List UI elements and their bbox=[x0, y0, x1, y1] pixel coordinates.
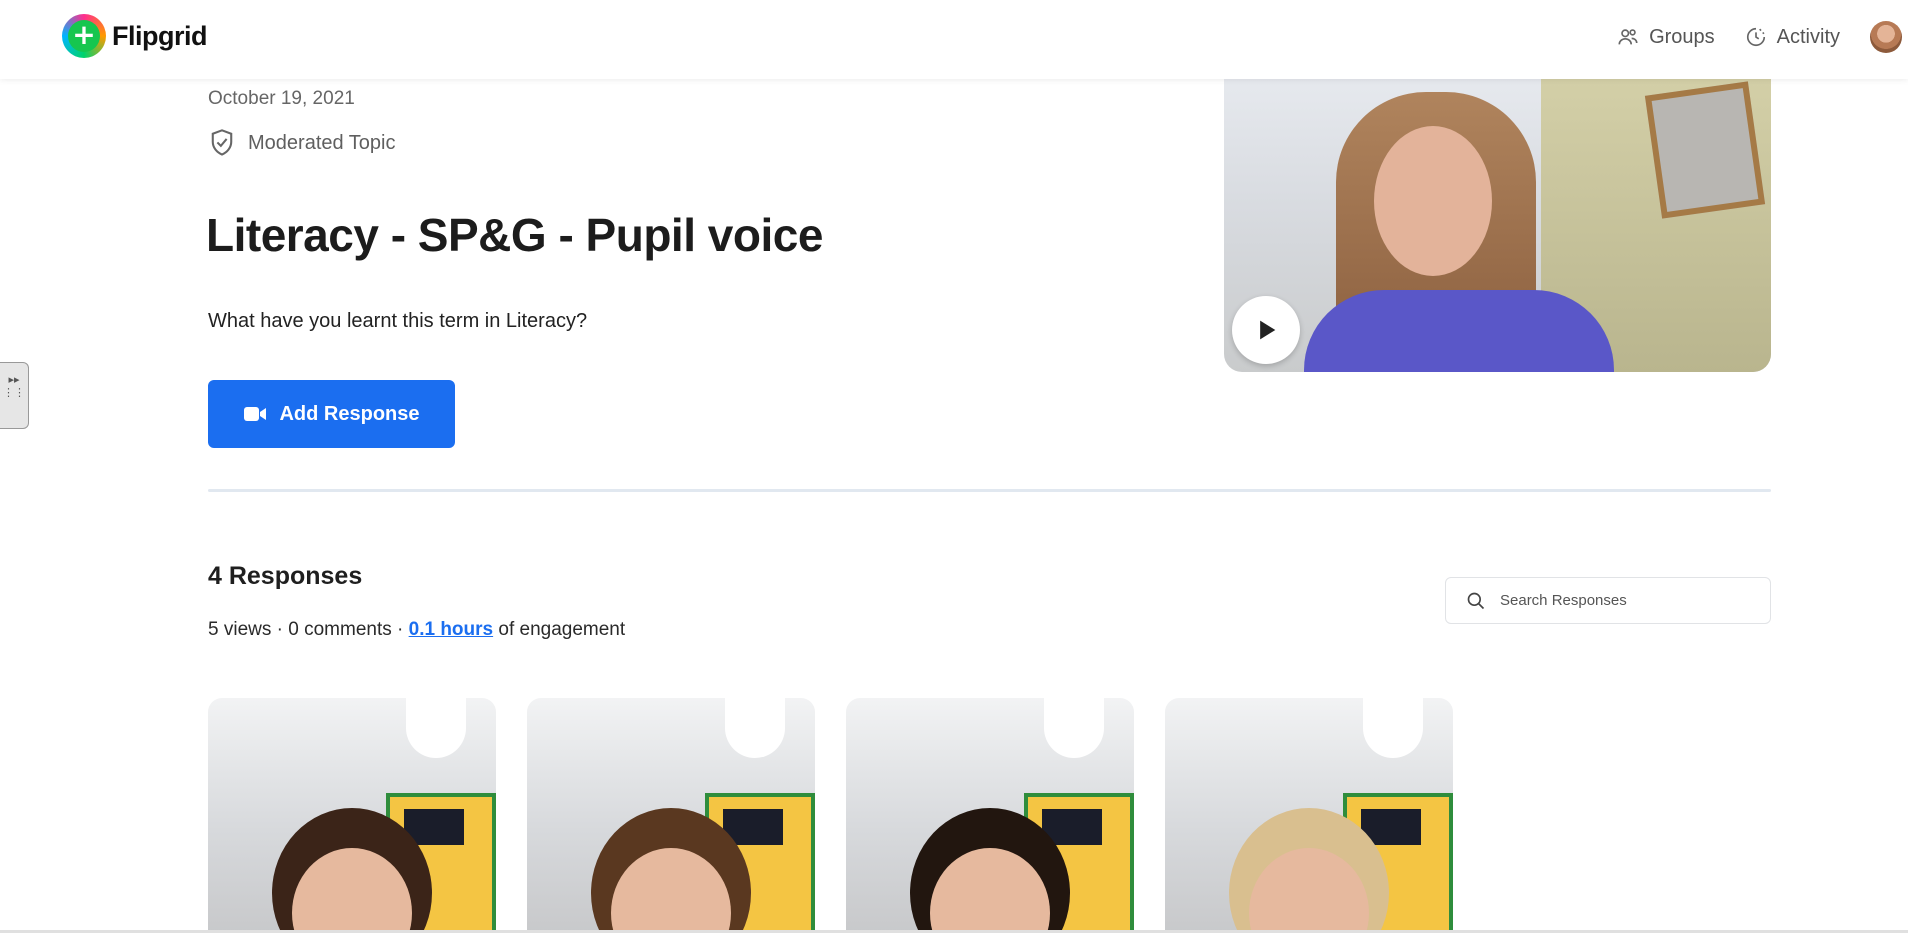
nav-groups[interactable]: Groups bbox=[1617, 26, 1715, 49]
comments-count: 0 comments bbox=[288, 619, 392, 640]
top-nav: Groups Activity bbox=[1617, 20, 1908, 54]
flipgrid-logo[interactable]: + Flipgrid bbox=[62, 14, 207, 58]
chevron-double-right-icon: ▸▸ bbox=[8, 373, 20, 386]
grip-icon: ⋮⋮ bbox=[3, 386, 25, 399]
search-responses[interactable] bbox=[1445, 577, 1771, 624]
play-button[interactable] bbox=[1232, 296, 1300, 364]
engagement-link[interactable]: 0.1 hours bbox=[409, 619, 493, 640]
search-input[interactable] bbox=[1500, 592, 1750, 609]
stats-separator: · bbox=[397, 619, 404, 640]
response-stats: 5 views · 0 comments · 0.1 hours of enga… bbox=[208, 619, 625, 641]
responses-heading: 4 Responses bbox=[208, 562, 363, 590]
topic-prompt: What have you learnt this term in Litera… bbox=[208, 310, 588, 332]
nav-activity-label: Activity bbox=[1776, 25, 1840, 48]
logo-text: Flipgrid bbox=[112, 20, 207, 51]
add-response-label: Add Response bbox=[279, 402, 420, 425]
section-divider bbox=[208, 489, 1771, 492]
topic-date: October 19, 2021 bbox=[208, 88, 355, 109]
nav-groups-label: Groups bbox=[1649, 25, 1715, 48]
clock-icon bbox=[1746, 27, 1765, 47]
presenter-face bbox=[1374, 126, 1492, 276]
topic-video[interactable] bbox=[1224, 70, 1771, 372]
side-panel-toggle[interactable]: ▸▸ ⋮⋮ bbox=[0, 362, 29, 429]
views-count: 5 views bbox=[208, 619, 272, 640]
top-bar: + Flipgrid Groups Activity bbox=[0, 0, 1908, 79]
response-grid bbox=[208, 698, 1484, 933]
moderated-badge: Moderated Topic bbox=[208, 128, 396, 158]
avatar[interactable] bbox=[1870, 21, 1902, 53]
picture-frame bbox=[1644, 81, 1766, 219]
response-card[interactable] bbox=[208, 698, 496, 933]
shield-check-icon bbox=[211, 129, 233, 156]
nav-activity[interactable]: Activity bbox=[1745, 26, 1840, 49]
play-icon bbox=[1260, 320, 1276, 340]
moderated-label: Moderated Topic bbox=[248, 131, 396, 154]
logo-icon: + bbox=[62, 14, 106, 58]
page-title: Literacy - SP&G - Pupil voice bbox=[206, 209, 823, 261]
people-icon bbox=[1618, 29, 1638, 45]
video-camera-icon bbox=[244, 407, 267, 421]
response-card[interactable] bbox=[846, 698, 1134, 933]
stats-separator: · bbox=[276, 619, 283, 640]
response-card[interactable] bbox=[527, 698, 815, 933]
response-card[interactable] bbox=[1165, 698, 1453, 933]
add-response-button[interactable]: Add Response bbox=[208, 380, 455, 448]
engagement-suffix: of engagement bbox=[498, 619, 626, 640]
search-icon bbox=[1467, 592, 1485, 609]
